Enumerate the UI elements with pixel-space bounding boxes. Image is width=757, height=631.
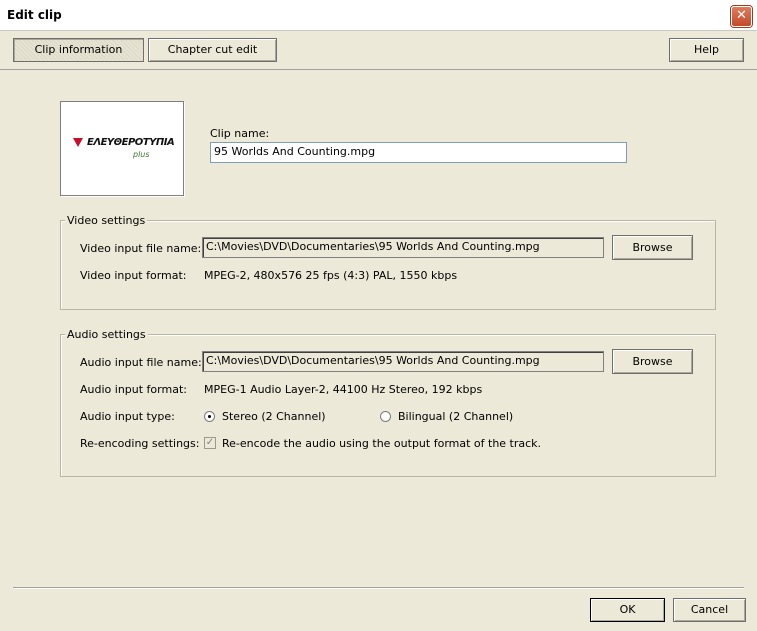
audio-file-label: Audio input file name:: [80, 356, 202, 369]
clip-thumbnail: ΕΛΕΥΘΕΡΟΤΥΠΙΑ plus: [60, 101, 184, 196]
tab-clip-information[interactable]: Clip information: [13, 38, 144, 62]
close-icon[interactable]: ✕: [731, 6, 752, 27]
video-browse-button[interactable]: Browse: [612, 235, 693, 260]
radio-bilingual-label[interactable]: Bilingual (2 Channel): [398, 410, 513, 423]
radio-stereo-label[interactable]: Stereo (2 Channel): [222, 410, 326, 423]
title-bar: Edit clip ✕: [0, 0, 757, 31]
audio-type-label: Audio input type:: [80, 410, 175, 423]
ok-button[interactable]: OK: [590, 598, 665, 622]
video-format-label: Video input format:: [80, 269, 187, 282]
video-file-label: Video input file name:: [80, 242, 202, 255]
window-title: Edit clip: [7, 8, 62, 22]
audio-settings-title: Audio settings: [65, 328, 148, 341]
reencode-checkbox[interactable]: ✓: [204, 437, 216, 449]
video-file-input[interactable]: C:\Movies\DVD\Documentaries\95 Worlds An…: [202, 237, 604, 258]
radio-stereo[interactable]: [204, 411, 215, 422]
logo-mark-icon: [73, 138, 83, 147]
radio-bilingual[interactable]: [380, 411, 391, 422]
cancel-button[interactable]: Cancel: [673, 598, 746, 622]
thumbnail-logo-sub: plus: [133, 150, 150, 159]
reencode-checkbox-label[interactable]: Re-encode the audio using the output for…: [222, 437, 541, 450]
audio-file-input[interactable]: C:\Movies\DVD\Documentaries\95 Worlds An…: [202, 351, 604, 372]
reencode-label: Re-encoding settings:: [80, 437, 200, 450]
audio-format-value: MPEG-1 Audio Layer-2, 44100 Hz Stereo, 1…: [204, 383, 483, 396]
video-format-value: MPEG-2, 480x576 25 fps (4:3) PAL, 1550 k…: [204, 269, 458, 282]
footer-divider: [13, 587, 744, 589]
tab-chapter-cut-edit[interactable]: Chapter cut edit: [148, 38, 277, 62]
thumbnail-logo-text: ΕΛΕΥΘΕΡΟΤΥΠΙΑ: [87, 137, 175, 148]
audio-format-label: Audio input format:: [80, 383, 187, 396]
clip-name-input[interactable]: 95 Worlds And Counting.mpg: [210, 142, 627, 163]
help-button[interactable]: Help: [669, 38, 744, 62]
video-settings-title: Video settings: [65, 214, 148, 227]
video-settings-group: [60, 220, 716, 310]
clip-name-label: Clip name:: [210, 127, 270, 140]
audio-browse-button[interactable]: Browse: [612, 349, 693, 374]
